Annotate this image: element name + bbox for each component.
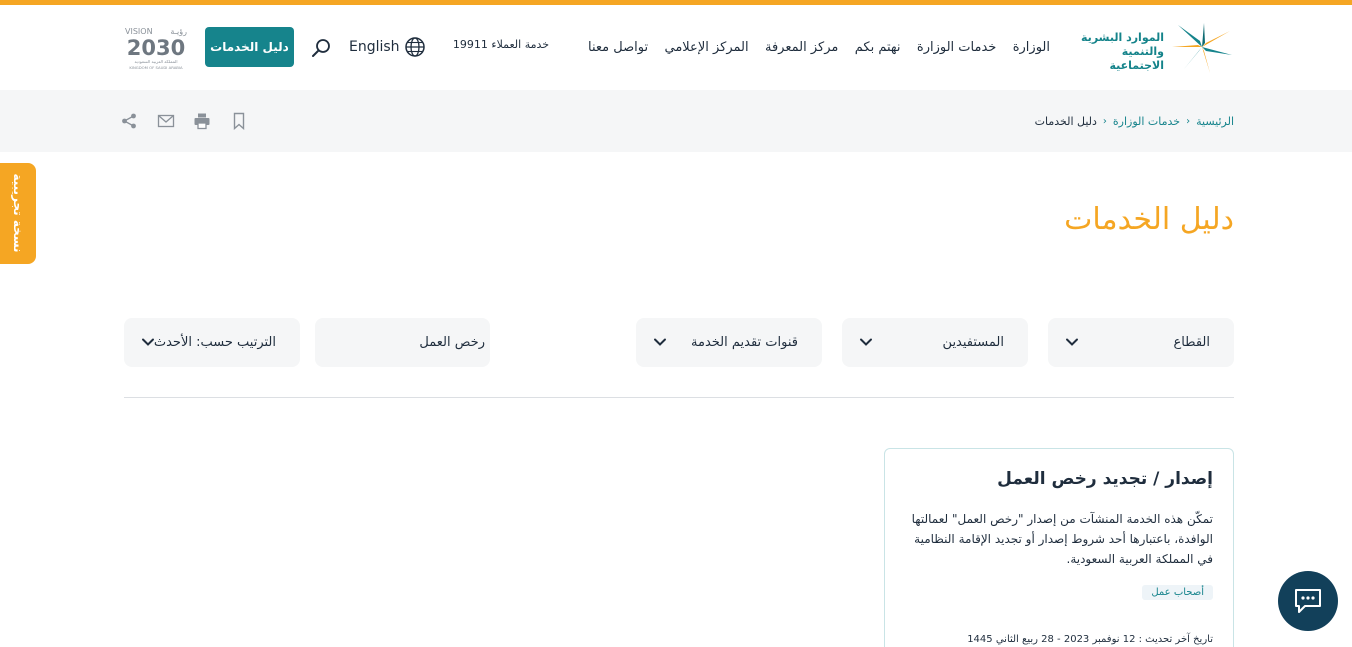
vision-2030-logo[interactable]: VISION رؤيـة 2030 المملكة العربية السعود…: [124, 25, 188, 71]
sector-filter-label: القطاع: [1173, 335, 1210, 350]
logo-text: الموارد البشرية والتنمية الاجتماعية: [1070, 31, 1164, 73]
sort-dropdown[interactable]: الترتيب حسب: الأحدث: [124, 318, 300, 367]
customer-service-hotline[interactable]: خدمة العملاء 19911: [452, 38, 550, 51]
email-icon[interactable]: [157, 112, 175, 130]
vision-sub-arabic: المملكة العربية السعودية: [135, 59, 178, 64]
bookmark-icon[interactable]: [230, 112, 248, 130]
ministry-logo[interactable]: الموارد البشرية والتنمية الاجتماعية: [1070, 21, 1238, 79]
service-channels-filter[interactable]: قنوات تقديم الخدمة: [636, 318, 822, 367]
share-icon[interactable]: [120, 112, 138, 130]
globe-icon: [404, 37, 425, 57]
logo-line-2: والتنمية الاجتماعية: [1109, 45, 1164, 72]
nav-contact-us[interactable]: تواصل معنا: [588, 40, 648, 55]
vision-sub-english: KINGDOM OF SAUDI ARABIA: [129, 65, 183, 70]
service-search-value: رخص العمل: [419, 335, 485, 350]
logo-mark-icon: [1172, 23, 1232, 73]
main-nav: الوزارة خدمات الوزارة نهتم بكم مركز المع…: [588, 35, 1050, 59]
section-divider: [124, 397, 1234, 398]
service-channels-filter-label: قنوات تقديم الخدمة: [691, 335, 798, 350]
nav-media-center[interactable]: المركز الإعلامي: [665, 40, 749, 55]
trial-version-tab[interactable]: نسخة تجريبية: [0, 163, 36, 264]
page-title: دليل الخدمات: [1064, 202, 1234, 237]
service-search-input[interactable]: رخص العمل: [315, 318, 490, 367]
print-icon[interactable]: [193, 112, 211, 130]
chevron-down-icon: [654, 338, 666, 346]
nav-knowledge-center[interactable]: مركز المعرفة: [765, 40, 838, 55]
language-switch[interactable]: English: [349, 35, 429, 59]
chevron-down-icon: [1066, 338, 1078, 346]
nav-we-care[interactable]: نهتم بكم: [855, 40, 901, 55]
service-card-tag: أصحاب عمل: [1142, 585, 1213, 600]
site-header: الموارد البشرية والتنمية الاجتماعية الوز…: [0, 5, 1352, 90]
service-card-updated-date: تاريخ آخر تحديث : 12 نوفمبر 2023 - 28 رب…: [967, 634, 1213, 645]
nav-ministry-services[interactable]: خدمات الوزارة: [917, 40, 996, 55]
services-guide-button[interactable]: دليل الخدمات: [205, 27, 294, 67]
sort-dropdown-label: الترتيب حسب: الأحدث: [153, 335, 276, 350]
page-tools: [120, 110, 248, 132]
service-card-description: تمكّن هذه الخدمة المنشآت من إصدار "رخص ا…: [911, 512, 1213, 566]
chat-bubble-icon: [1295, 589, 1321, 613]
chevron-down-icon: [860, 338, 872, 346]
chevron-down-icon: [142, 338, 154, 346]
breadcrumb-ministry-services[interactable]: خدمات الوزارة: [1113, 115, 1180, 128]
service-card[interactable]: إصدار / تجديد رخص العمل تمكّن هذه الخدمة…: [884, 448, 1234, 647]
breadcrumb-chevron-icon: ‹: [1102, 115, 1107, 127]
language-label: English: [349, 39, 400, 55]
breadcrumb-bar: الرئيسية ‹ خدمات الوزارة ‹ دليل الخدمات: [0, 90, 1352, 152]
vision-label: VISION: [125, 27, 153, 36]
vision-year: 2030: [127, 36, 185, 60]
beneficiaries-filter-label: المستفيدين: [942, 335, 1004, 350]
sector-filter[interactable]: القطاع: [1048, 318, 1234, 367]
trial-version-label: نسخة تجريبية: [11, 173, 25, 253]
breadcrumb-chevron-icon: ‹: [1186, 115, 1191, 127]
breadcrumb-current: دليل الخدمات: [1034, 114, 1097, 128]
search-icon[interactable]: [310, 37, 332, 59]
chat-button[interactable]: [1278, 571, 1338, 631]
service-card-title[interactable]: إصدار / تجديد رخص العمل: [997, 469, 1213, 489]
breadcrumb: الرئيسية ‹ خدمات الوزارة ‹ دليل الخدمات: [1020, 112, 1234, 130]
breadcrumb-home[interactable]: الرئيسية: [1196, 115, 1234, 128]
vision-arabic: رؤيـة: [170, 27, 187, 36]
logo-line-1: الموارد البشرية: [1081, 31, 1164, 44]
nav-ministry[interactable]: الوزارة: [1013, 40, 1050, 55]
beneficiaries-filter[interactable]: المستفيدين: [842, 318, 1028, 367]
